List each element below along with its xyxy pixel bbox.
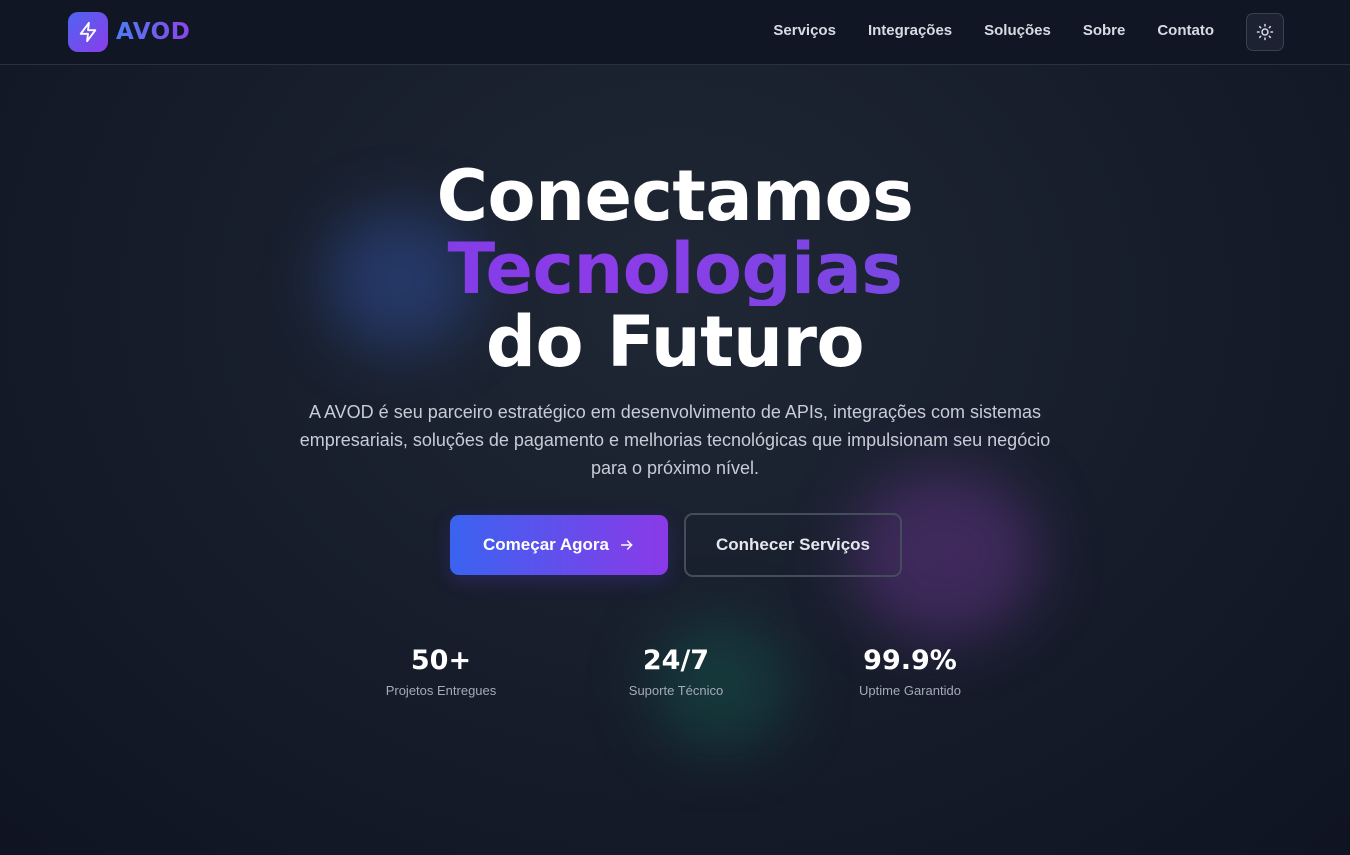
nav-link-sobre[interactable]: Sobre <box>1083 22 1126 39</box>
view-services-label: Conhecer Serviços <box>715 535 870 554</box>
arrow-right-icon <box>620 540 633 550</box>
nav-link-integracoes[interactable]: Integrações <box>868 22 952 39</box>
lightning-bolt-icon <box>68 12 108 52</box>
nav-link-solucoes[interactable]: Soluções <box>984 22 1051 39</box>
hero-title-highlight: Tecnologias <box>0 233 1350 306</box>
start-now-button[interactable]: Começar Agora <box>450 515 668 575</box>
brand-logo[interactable]: AVOD <box>68 12 190 52</box>
stat-projects: 50+ Projetos Entregues <box>341 645 541 698</box>
hero-description: A AVOD é seu parceiro estratégico em des… <box>299 402 1051 478</box>
start-now-label: Começar Agora <box>483 535 609 554</box>
view-services-button[interactable]: Conhecer Serviços <box>684 513 902 577</box>
hero-title-line-3: do Futuro <box>485 301 865 383</box>
sun-icon <box>1256 23 1274 41</box>
stat-label: Uptime Garantido <box>859 683 961 698</box>
stat-label: Suporte Técnico <box>628 683 724 698</box>
stat-label: Projetos Entregues <box>385 683 497 698</box>
nav-link-contato[interactable]: Contato <box>1157 22 1214 39</box>
stat-value: 50+ <box>410 645 472 676</box>
stat-support: 24/7 Suporte Técnico <box>576 645 776 698</box>
nav-link-servicos[interactable]: Serviços <box>773 22 836 39</box>
hero-title: Conectamos Tecnologias do Futuro <box>0 160 1350 379</box>
main-nav: Serviços Integrações Soluções Sobre Cont… <box>773 22 1214 39</box>
hero-title-line-1: Conectamos <box>436 155 914 237</box>
site-header: AVOD Serviços Integrações Soluções Sobre… <box>0 0 1350 65</box>
brand-name: AVOD <box>116 19 191 45</box>
stat-value: 24/7 <box>642 645 710 676</box>
stat-uptime: 99.9% Uptime Garantido <box>810 645 1010 698</box>
stat-value: 99.9% <box>863 645 957 676</box>
theme-toggle-button[interactable] <box>1246 13 1284 51</box>
